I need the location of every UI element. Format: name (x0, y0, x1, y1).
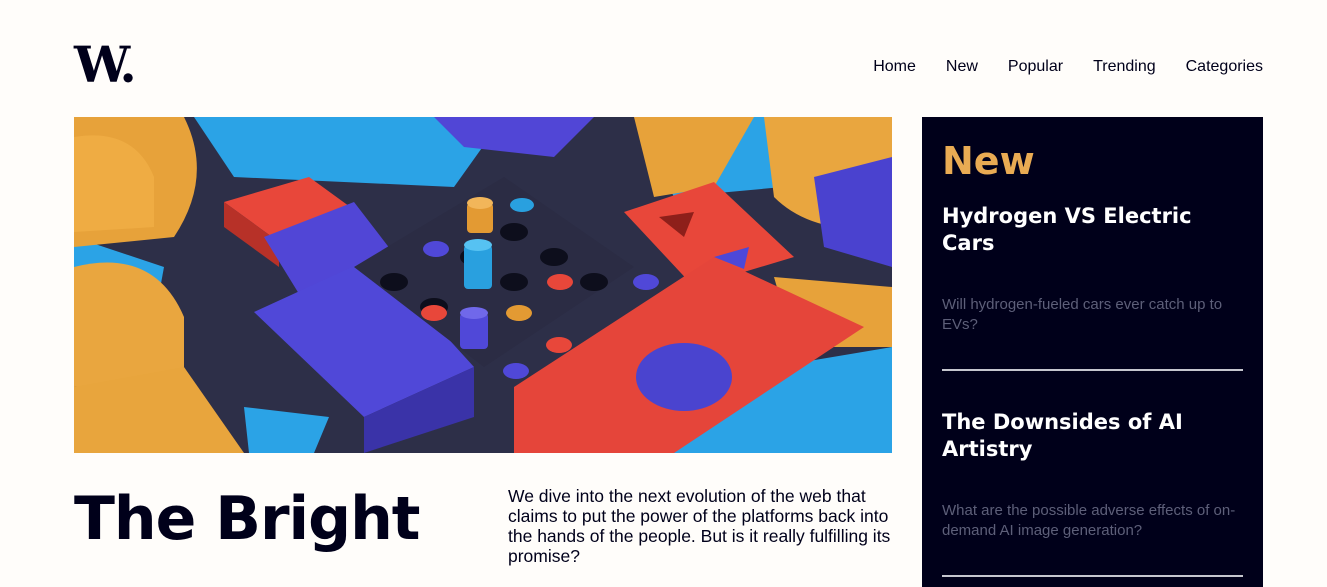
main-nav: Home New Popular Trending Categories (873, 58, 1263, 76)
nav-link-trending[interactable]: Trending (1093, 58, 1156, 76)
news-item-description: What are the possible adverse effects of… (942, 501, 1236, 539)
hero-image (74, 117, 892, 453)
news-item-title[interactable]: The Downsides of AI Artistry (942, 409, 1243, 463)
news-item-title[interactable]: Hydrogen VS Electric Cars (942, 203, 1243, 257)
news-item: The Downsides of AI Artistry What are th… (942, 409, 1243, 577)
nav-link-home[interactable]: Home (873, 58, 916, 76)
nav-link-categories[interactable]: Categories (1186, 58, 1263, 76)
news-item-description: Will hydrogen-fueled cars ever catch up … (942, 295, 1223, 333)
new-articles-panel: New Hydrogen VS Electric Cars Will hydro… (922, 117, 1263, 587)
nav-link-popular[interactable]: Popular (1008, 58, 1063, 76)
hero-intro: We dive into the next evolution of the w… (508, 486, 891, 566)
nav-link-new[interactable]: New (946, 58, 978, 76)
site-logo[interactable]: W. (74, 40, 137, 90)
news-item: Hydrogen VS Electric Cars Will hydrogen-… (942, 203, 1243, 371)
hero-headline: The Bright (74, 484, 420, 554)
new-panel-title: New (942, 139, 1035, 183)
